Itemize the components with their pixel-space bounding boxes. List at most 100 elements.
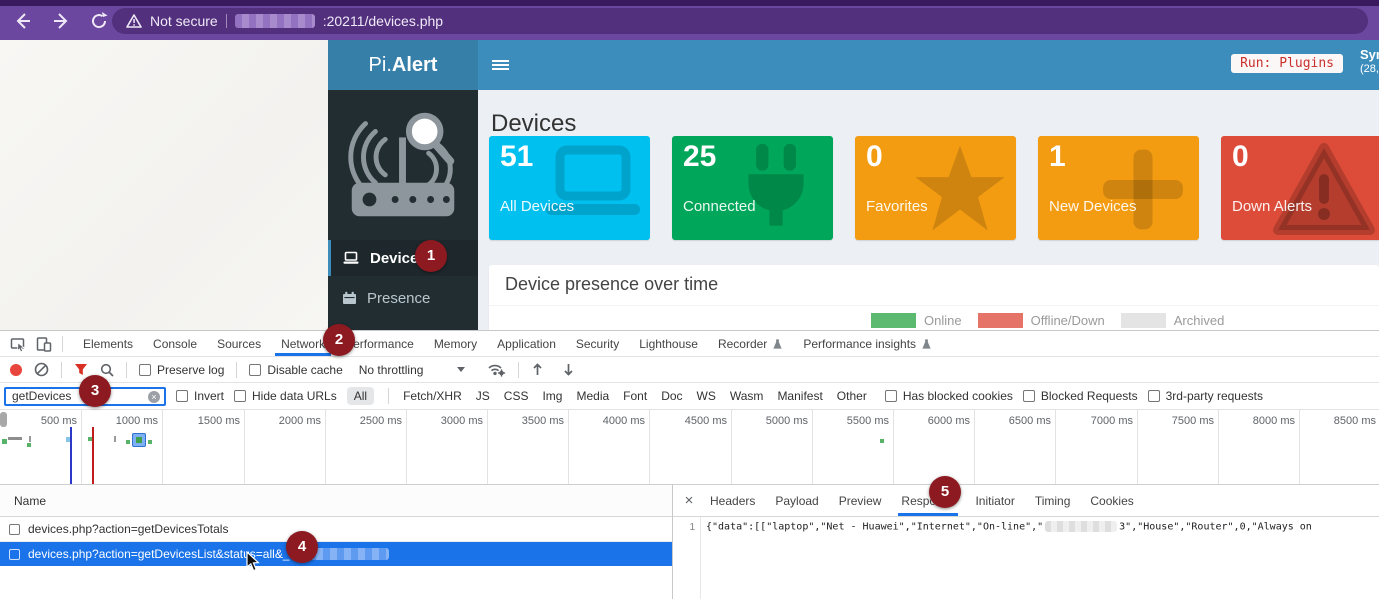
- tab-console[interactable]: Console: [143, 331, 207, 356]
- third-party-requests-checkbox[interactable]: 3rd-party requests: [1148, 389, 1263, 403]
- tab-lighthouse[interactable]: Lighthouse: [629, 331, 708, 356]
- detail-tab-headers[interactable]: Headers: [701, 485, 764, 516]
- request-row-get-devices-totals[interactable]: devices.php?action=getDevicesTotals: [0, 517, 672, 542]
- tab-performance-insights[interactable]: Performance insights: [793, 331, 942, 356]
- timeline-gridline: [1055, 410, 1056, 485]
- close-detail-icon[interactable]: ×: [679, 492, 699, 509]
- checkbox[interactable]: [139, 364, 151, 376]
- clear-filter-icon[interactable]: ×: [148, 391, 160, 403]
- tab-memory[interactable]: Memory: [424, 331, 487, 356]
- legend-label-offline: Offline/Down: [1031, 313, 1105, 328]
- card-new-devices[interactable]: 1 New Devices: [1038, 136, 1199, 240]
- tab-label: Recorder: [718, 337, 767, 351]
- timeline-overview[interactable]: 500 ms1000 ms1500 ms2000 ms2500 ms3000 m…: [0, 410, 1379, 485]
- run-plugins-button[interactable]: Run: Plugins: [1231, 54, 1343, 73]
- back-icon[interactable]: [13, 11, 33, 31]
- forward-icon[interactable]: [51, 11, 71, 31]
- timeline-tick-label: 8000 ms: [1235, 415, 1295, 427]
- device-toolbar-icon[interactable]: [36, 336, 52, 352]
- inspect-element-icon[interactable]: [10, 336, 26, 352]
- address-bar[interactable]: Not secure :20211/devices.php: [112, 8, 1368, 34]
- filter-type-font[interactable]: Font: [623, 389, 647, 403]
- has-blocked-cookies-checkbox[interactable]: Has blocked cookies: [885, 389, 1013, 403]
- network-conditions-icon[interactable]: [487, 362, 506, 377]
- hamburger-icon[interactable]: [492, 58, 509, 72]
- import-har-icon[interactable]: [531, 362, 544, 377]
- row-checkbox[interactable]: [9, 549, 20, 560]
- filter-type-all[interactable]: All: [347, 387, 374, 405]
- throttling-caret-icon[interactable]: [457, 367, 465, 372]
- annotation-step-1: 1: [415, 240, 447, 272]
- hide-data-urls-checkbox[interactable]: Hide data URLs: [234, 389, 337, 403]
- sidebar-item-devices[interactable]: Devices: [328, 240, 481, 276]
- timeline-tick-label: 7000 ms: [1073, 415, 1133, 427]
- overview-grip[interactable]: [0, 412, 7, 427]
- timeline-tick-label: 7500 ms: [1154, 415, 1214, 427]
- response-line-gutter: 1: [673, 517, 701, 599]
- filter-type-doc[interactable]: Doc: [661, 389, 682, 403]
- waterfall-dot: [27, 443, 31, 447]
- timeline-gridline: [487, 410, 488, 485]
- tab-label: Performance insights: [803, 337, 916, 351]
- filter-type-js[interactable]: JS: [476, 389, 490, 403]
- presence-panel: Device presence over time Online Offline…: [489, 265, 1379, 330]
- throttling-select[interactable]: No throttling: [359, 363, 424, 377]
- name-column-header[interactable]: Name: [14, 494, 46, 508]
- page-background-texture: [0, 40, 328, 330]
- detail-tab-cookies[interactable]: Cookies: [1081, 485, 1142, 516]
- filter-type-img[interactable]: Img: [542, 389, 562, 403]
- card-all-devices[interactable]: 51 All Devices: [489, 136, 650, 240]
- disable-cache-checkbox[interactable]: Disable cache: [249, 363, 342, 377]
- card-favorites[interactable]: 0 Favorites: [855, 136, 1016, 240]
- legend-swatch-archived: [1121, 313, 1166, 328]
- filter-type-other[interactable]: Other: [837, 389, 867, 403]
- response-body[interactable]: {"data":[["laptop","Net - Huawei","Inter…: [706, 521, 1378, 533]
- filter-type-manifest[interactable]: Manifest: [777, 389, 822, 403]
- filter-funnel-icon[interactable]: [74, 363, 88, 376]
- omnibox-divider: [226, 14, 227, 28]
- blocked-requests-checkbox[interactable]: Blocked Requests: [1023, 389, 1138, 403]
- tab-application[interactable]: Application: [487, 331, 566, 356]
- sidebar-item-presence[interactable]: Presence: [328, 280, 478, 316]
- app-content: Devices 51 All Devices 25: [478, 90, 1379, 330]
- tab-sources[interactable]: Sources: [207, 331, 271, 356]
- selected-request-marker: [132, 433, 146, 447]
- timeline-tick-label: 6500 ms: [991, 415, 1051, 427]
- tab-recorder[interactable]: Recorder: [708, 331, 793, 356]
- timeline-gridline: [1137, 410, 1138, 485]
- hide-data-urls-label: Hide data URLs: [252, 389, 337, 403]
- detail-tab-timing[interactable]: Timing: [1026, 485, 1080, 516]
- filter-type-media[interactable]: Media: [576, 389, 609, 403]
- detail-tab-payload[interactable]: Payload: [766, 485, 827, 516]
- filter-type-css[interactable]: CSS: [504, 389, 529, 403]
- request-row-get-devices-list[interactable]: devices.php?action=getDevicesList&status…: [0, 542, 672, 566]
- filter-type-fetch-xhr[interactable]: Fetch/XHR: [403, 389, 462, 403]
- row-checkbox[interactable]: [9, 524, 20, 535]
- search-icon[interactable]: [100, 363, 114, 377]
- timeline-tick-label: 8500 ms: [1316, 415, 1376, 427]
- export-har-icon[interactable]: [562, 362, 575, 377]
- preserve-log-checkbox[interactable]: Preserve log: [139, 363, 224, 377]
- tab-security[interactable]: Security: [566, 331, 629, 356]
- line-number: 1: [689, 522, 695, 533]
- card-down-alerts[interactable]: 0 Down Alerts: [1221, 136, 1379, 240]
- request-table-header[interactable]: Name: [0, 485, 672, 517]
- clear-network-log-icon[interactable]: [34, 362, 49, 377]
- detail-tab-preview[interactable]: Preview: [830, 485, 891, 516]
- filter-type-ws[interactable]: WS: [697, 389, 716, 403]
- invert-checkbox[interactable]: Invert: [176, 389, 224, 403]
- card-connected[interactable]: 25 Connected: [672, 136, 833, 240]
- tab-elements[interactable]: Elements: [73, 331, 143, 356]
- app-logo[interactable]: Pi.Alert: [328, 40, 478, 90]
- calendar-icon: [342, 291, 357, 305]
- checkbox[interactable]: [249, 364, 261, 376]
- reload-icon[interactable]: [89, 11, 109, 31]
- timeline-gridline: [162, 410, 163, 485]
- filter-type-wasm[interactable]: Wasm: [730, 389, 764, 403]
- timeline-gridline: [244, 410, 245, 485]
- resource-type-chips: All Fetch/XHR JS CSS Img Media Font Doc WS Wasm Ma…: [347, 387, 867, 405]
- detail-tab-initiator[interactable]: Initiator: [966, 485, 1023, 516]
- record-network-log-icon[interactable]: [10, 364, 22, 376]
- devtools-tabbar: ElementsConsoleSourcesNetworkPerformance…: [0, 331, 1379, 357]
- annotation-step-2: 2: [323, 324, 355, 356]
